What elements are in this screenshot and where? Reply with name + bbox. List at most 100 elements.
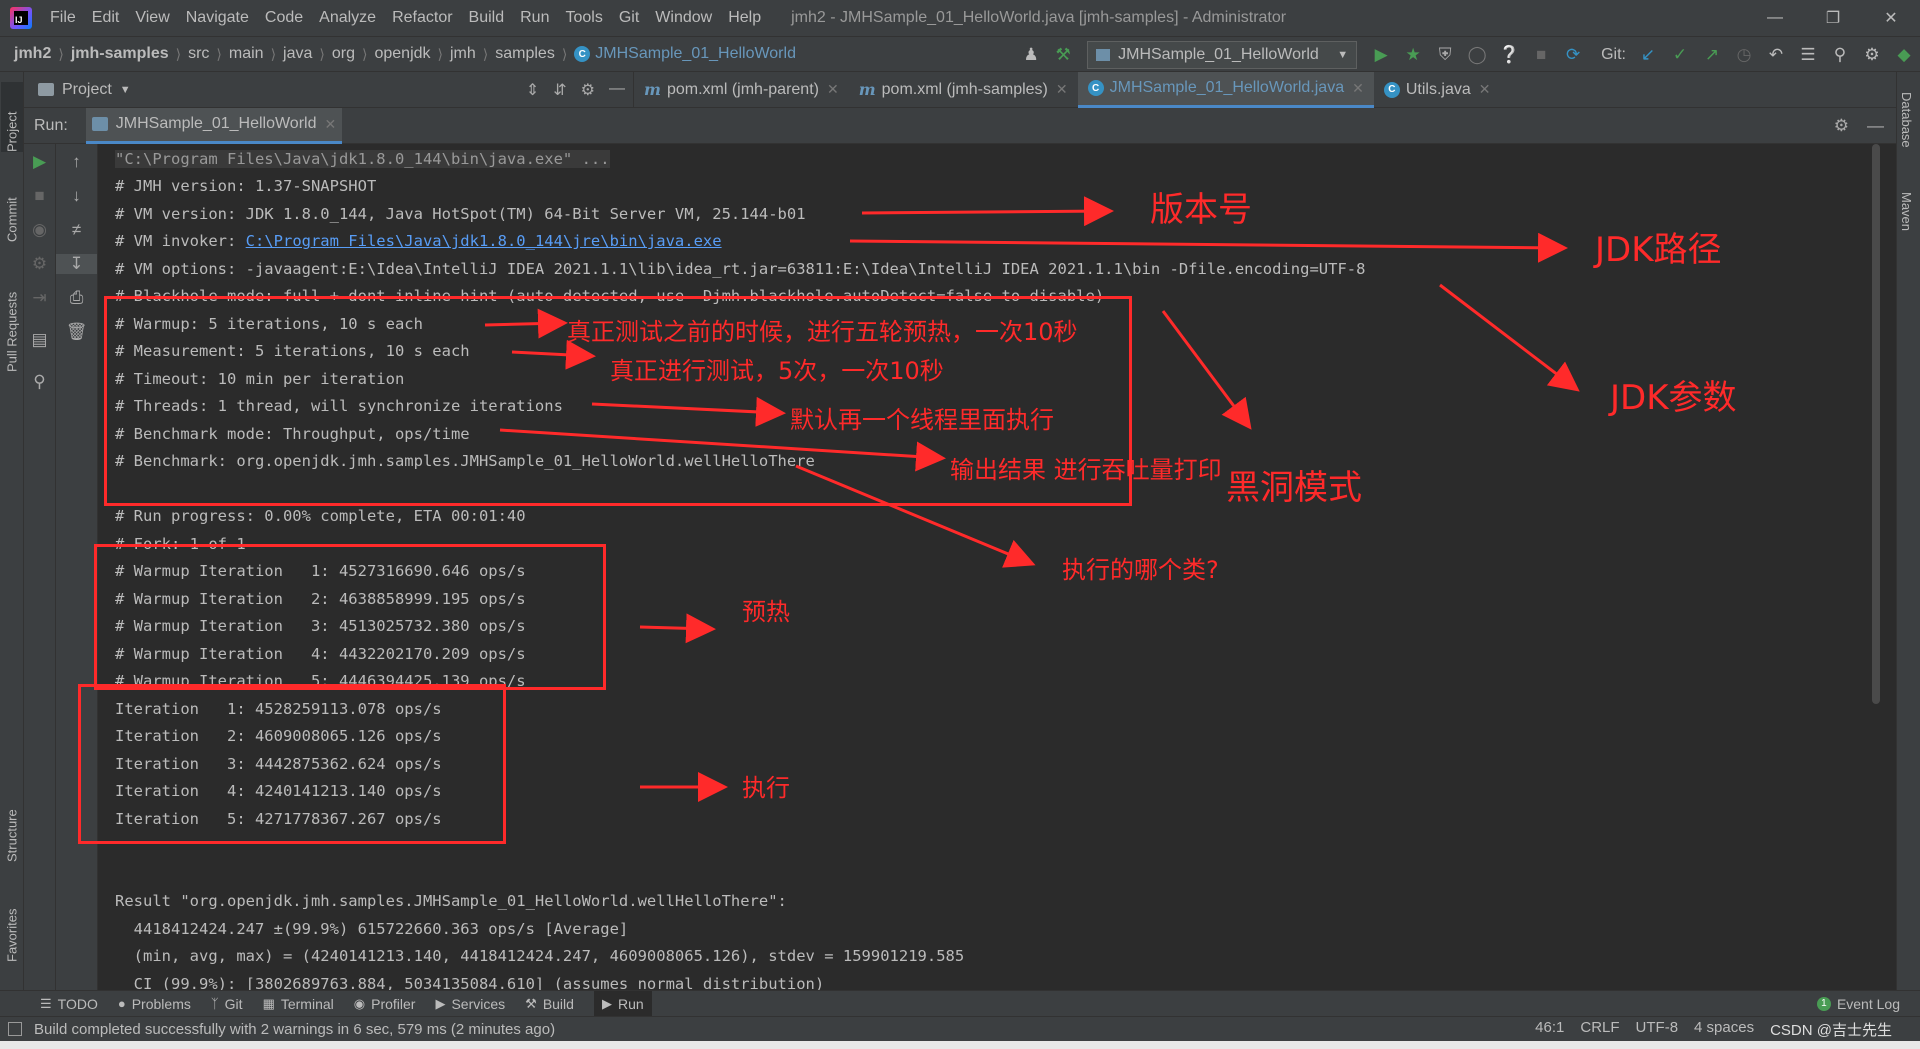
build-hammer-icon[interactable]: ⚒ bbox=[1049, 41, 1077, 69]
arrow-down-icon[interactable]: ↓ bbox=[56, 186, 97, 206]
close-icon[interactable]: ✕ bbox=[827, 81, 839, 98]
layout-icon[interactable]: ▤ bbox=[24, 330, 55, 350]
close-icon[interactable]: ✕ bbox=[1479, 81, 1491, 98]
settings-icon[interactable]: ⚙ bbox=[24, 254, 55, 274]
update-icon[interactable]: ⟳ bbox=[1559, 41, 1587, 69]
database-tool-tab[interactable]: Database bbox=[1899, 92, 1914, 148]
build-tab[interactable]: ⚒ Build bbox=[525, 991, 574, 1017]
soft-wrap-icon[interactable]: ≠ bbox=[56, 220, 97, 240]
breadcrumb-java[interactable]: java bbox=[283, 45, 312, 63]
run-configuration-select[interactable]: JMHSample_01_HelloWorld ▼ bbox=[1087, 41, 1358, 69]
close-icon[interactable]: ✕ bbox=[1862, 0, 1920, 36]
breadcrumb-jmh-samples[interactable]: jmh-samples bbox=[71, 45, 169, 63]
hide-icon[interactable]: — bbox=[609, 80, 625, 100]
file-encoding[interactable]: UTF-8 bbox=[1636, 1019, 1679, 1040]
console-scrollbar[interactable] bbox=[1872, 144, 1880, 704]
breadcrumb-separator-icon: ⟩ bbox=[362, 45, 368, 62]
menu-tools[interactable]: Tools bbox=[557, 0, 610, 36]
tab-helloworld-java[interactable]: C JMHSample_01_HelloWorld.java ✕ bbox=[1077, 71, 1374, 108]
git-push-icon[interactable]: ↗ bbox=[1698, 41, 1726, 69]
camera-icon[interactable]: ◉ bbox=[24, 220, 55, 240]
commit-tool-tab[interactable]: Commit bbox=[1, 172, 23, 242]
cursor-position[interactable]: 46:1 bbox=[1535, 1019, 1564, 1040]
menu-git[interactable]: Git bbox=[611, 0, 647, 36]
gear-icon[interactable]: ⚙ bbox=[1858, 41, 1886, 69]
scroll-to-end-icon[interactable]: ↧ bbox=[56, 254, 97, 274]
trash-icon[interactable]: 🗑 bbox=[56, 322, 97, 342]
menu-code[interactable]: Code bbox=[257, 0, 311, 36]
terminal-tab[interactable]: ▦ Terminal bbox=[263, 991, 334, 1017]
history-icon[interactable]: ◷ bbox=[1730, 41, 1758, 69]
project-tool-tab[interactable]: Project bbox=[1, 82, 23, 152]
breadcrumb-main[interactable]: main bbox=[229, 45, 264, 63]
coverage-icon[interactable]: ⛨ bbox=[1431, 41, 1459, 69]
breadcrumb-samples[interactable]: samples bbox=[495, 45, 555, 63]
layout-toggle-icon[interactable] bbox=[8, 1022, 22, 1036]
gear-icon[interactable]: ⚙ bbox=[1834, 116, 1849, 136]
git-commit-icon[interactable]: ✓ bbox=[1666, 41, 1694, 69]
git-label: Git: bbox=[1601, 46, 1626, 63]
profiler-tab[interactable]: ◉ Profiler bbox=[354, 991, 416, 1017]
gear-icon[interactable]: ⚙ bbox=[581, 80, 595, 100]
breadcrumb-class[interactable]: JMHSample_01_HelloWorld bbox=[595, 45, 796, 63]
stop-icon[interactable]: ■ bbox=[1527, 41, 1555, 69]
run-icon[interactable]: ▶ bbox=[1367, 41, 1395, 69]
line-separator[interactable]: CRLF bbox=[1580, 1019, 1619, 1040]
search-icon[interactable]: ⚲ bbox=[1826, 41, 1854, 69]
menu-build[interactable]: Build bbox=[461, 0, 513, 36]
profile-icon[interactable]: ◯ bbox=[1463, 41, 1491, 69]
event-log-button[interactable]: 1 Event Log bbox=[1816, 996, 1900, 1012]
translate-icon[interactable]: ☰ bbox=[1794, 41, 1822, 69]
project-panel-header[interactable]: Project ▼ ⇕ ⇵ ⚙ — bbox=[24, 71, 634, 108]
plugin-icon[interactable]: ◆ bbox=[1890, 41, 1918, 69]
run-tab[interactable]: JMHSample_01_HelloWorld ✕ bbox=[85, 107, 343, 144]
minimize-icon[interactable]: — bbox=[1746, 0, 1804, 36]
run-tool-tab[interactable]: ▶ Run bbox=[593, 990, 652, 1017]
user-icon[interactable]: ♟ bbox=[1017, 41, 1045, 69]
favorites-tool-tab[interactable]: Favorites bbox=[1, 882, 23, 962]
collapse-all-icon[interactable]: ⇵ bbox=[553, 80, 566, 100]
menu-run[interactable]: Run bbox=[512, 0, 557, 36]
hide-icon[interactable]: — bbox=[1867, 116, 1884, 136]
breadcrumb-org[interactable]: org bbox=[332, 45, 355, 63]
menu-view[interactable]: View bbox=[127, 0, 177, 36]
services-tab[interactable]: ▶ Services bbox=[435, 991, 505, 1017]
tab-pom-jmh-samples[interactable]: m pom.xml (jmh-samples) ✕ bbox=[849, 72, 1078, 108]
login-icon[interactable]: ⇥ bbox=[24, 288, 55, 308]
restore-icon[interactable]: ❐ bbox=[1804, 0, 1862, 36]
close-icon[interactable]: ✕ bbox=[1352, 80, 1364, 97]
rerun-icon[interactable]: ▶ bbox=[24, 152, 55, 172]
expand-all-icon[interactable]: ⇕ bbox=[526, 80, 539, 100]
git-update-icon[interactable]: ↙ bbox=[1634, 41, 1662, 69]
help-icon[interactable]: ❔ bbox=[1495, 41, 1523, 69]
menu-window[interactable]: Window bbox=[647, 0, 720, 36]
git-tab[interactable]: ᛉ Git bbox=[211, 991, 243, 1017]
close-icon[interactable]: ✕ bbox=[324, 116, 336, 133]
tab-pom-jmh-parent[interactable]: m pom.xml (jmh-parent) ✕ bbox=[634, 72, 849, 108]
problems-tab[interactable]: ● Problems bbox=[118, 991, 191, 1017]
stop-icon[interactable]: ■ bbox=[24, 186, 55, 206]
menu-file[interactable]: File bbox=[42, 0, 84, 36]
debug-icon[interactable]: ★ bbox=[1399, 41, 1427, 69]
menu-refactor[interactable]: Refactor bbox=[384, 0, 460, 36]
structure-tool-tab[interactable]: Structure bbox=[1, 782, 23, 862]
pin-icon[interactable]: ⚲ bbox=[24, 372, 55, 392]
tab-utils-java[interactable]: C Utils.java ✕ bbox=[1374, 72, 1501, 108]
indent-setting[interactable]: 4 spaces bbox=[1694, 1019, 1754, 1040]
breadcrumb-openjdk[interactable]: openjdk bbox=[374, 45, 430, 63]
breadcrumb-jmh[interactable]: jmh bbox=[450, 45, 476, 63]
rollback-icon[interactable]: ↶ bbox=[1762, 41, 1790, 69]
print-icon[interactable]: ⎙ bbox=[56, 288, 97, 308]
breadcrumb-jmh2[interactable]: jmh2 bbox=[14, 45, 51, 63]
close-icon[interactable]: ✕ bbox=[1056, 81, 1068, 98]
todo-tab[interactable]: ☰ TODO bbox=[40, 991, 98, 1017]
arrow-up-icon[interactable]: ↑ bbox=[56, 152, 97, 172]
pull-requests-tool-tab[interactable]: Pull Requests bbox=[1, 262, 23, 372]
menu-navigate[interactable]: Navigate bbox=[178, 0, 257, 36]
jdk-path-link[interactable]: C:\Program Files\Java\jdk1.8.0_144\jre\b… bbox=[246, 232, 722, 250]
menu-edit[interactable]: Edit bbox=[84, 0, 128, 36]
breadcrumb-src[interactable]: src bbox=[188, 45, 209, 63]
maven-tool-tab[interactable]: Maven bbox=[1899, 192, 1914, 231]
menu-help[interactable]: Help bbox=[720, 0, 769, 36]
menu-analyze[interactable]: Analyze bbox=[311, 0, 384, 36]
